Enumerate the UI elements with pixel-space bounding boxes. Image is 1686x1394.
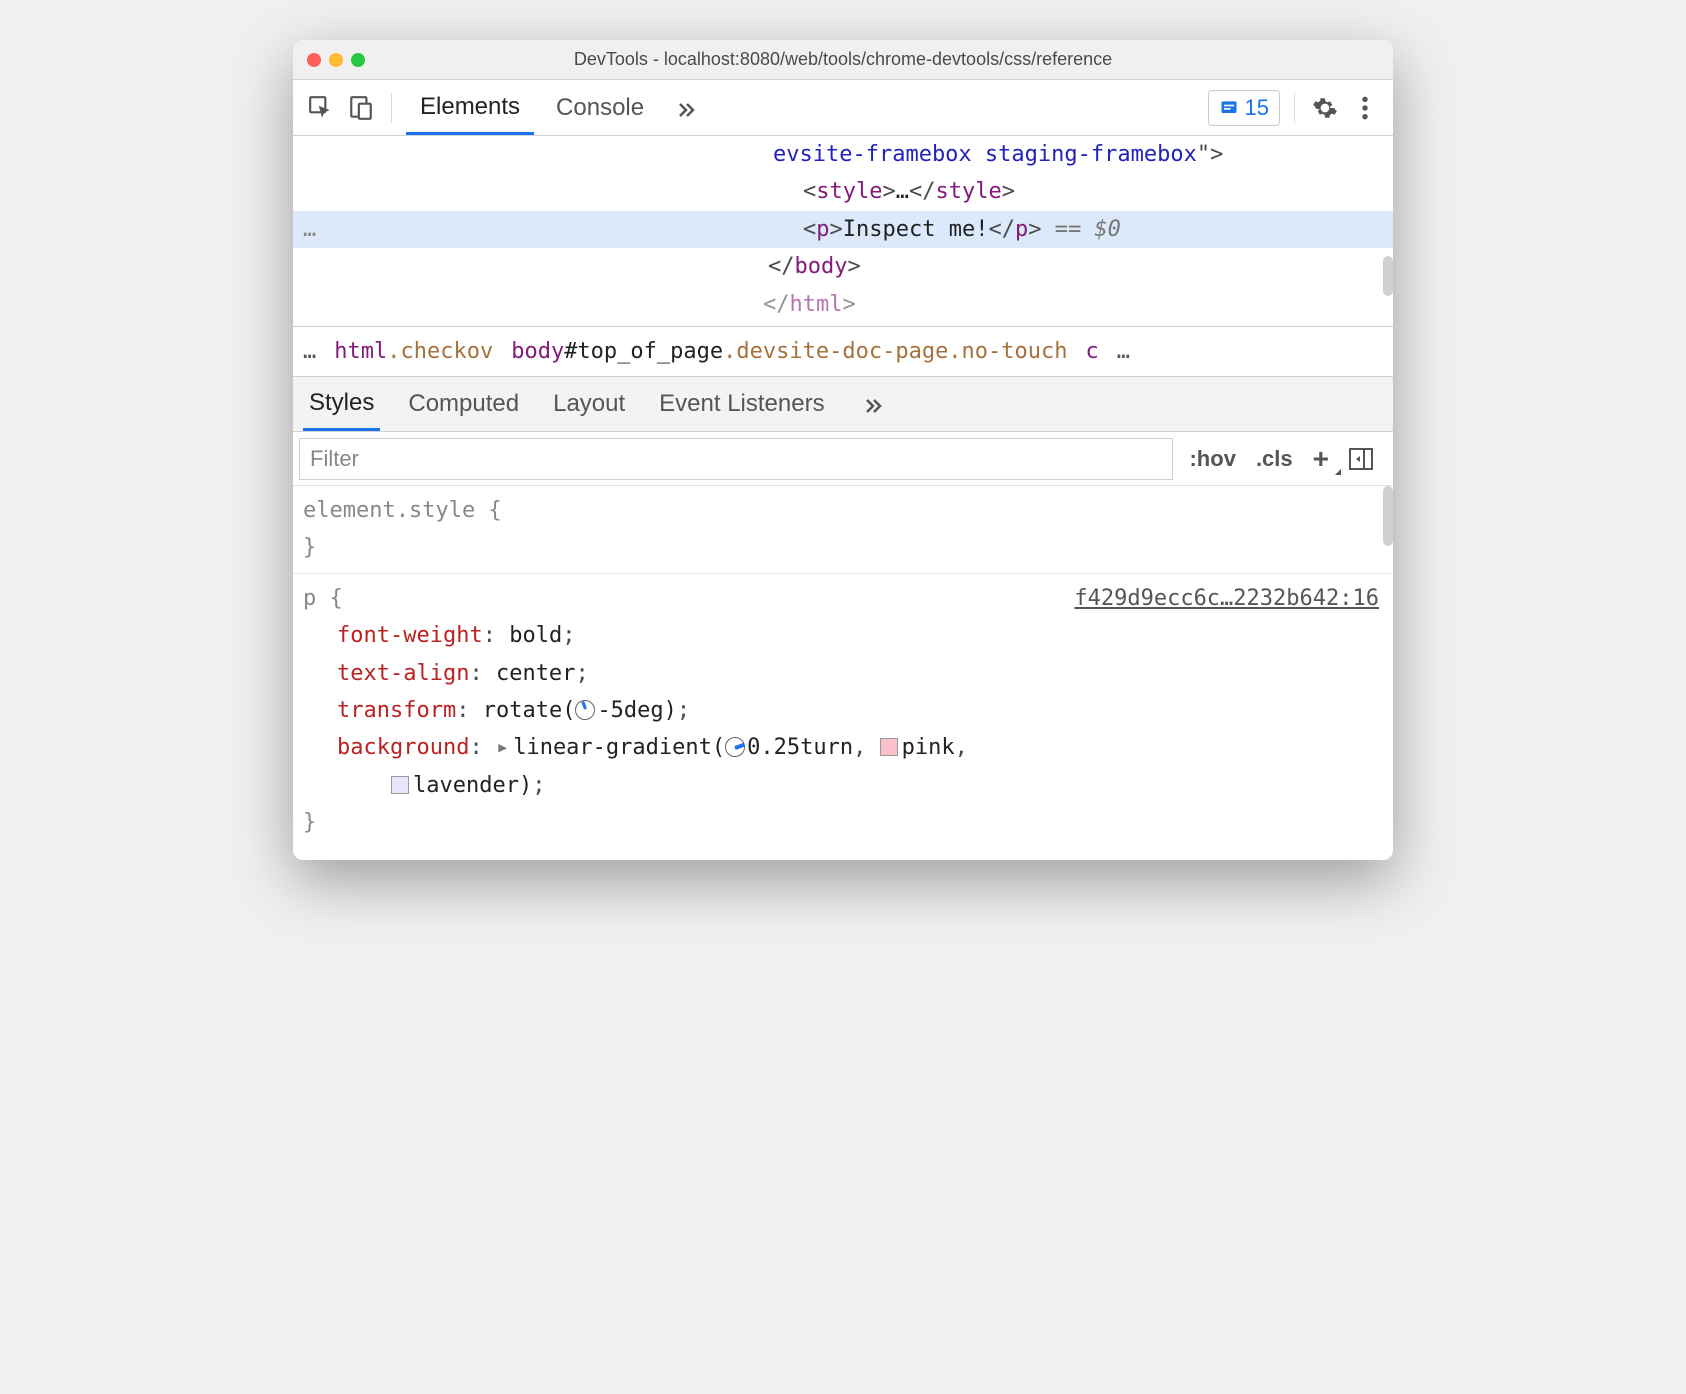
css-declaration[interactable]: transform: rotate(-5deg); xyxy=(303,692,1383,729)
source-link[interactable]: f429d9ecc6c…2232b642:16 xyxy=(1074,580,1379,617)
device-toolbar-icon[interactable] xyxy=(345,92,377,124)
cls-button[interactable]: .cls xyxy=(1246,446,1303,472)
css-declaration-continuation[interactable]: lavender); xyxy=(303,767,1383,804)
ellipsis-gutter[interactable]: … xyxy=(293,211,337,248)
new-style-rule-button[interactable]: + xyxy=(1303,443,1339,475)
sidebar-toggle-icon[interactable] xyxy=(1339,448,1383,470)
dom-line[interactable]: <style>…</style> xyxy=(293,173,1393,210)
inspect-element-icon[interactable] xyxy=(305,92,337,124)
tab-event-listeners[interactable]: Event Listeners xyxy=(653,378,830,430)
angle-swatch-icon[interactable] xyxy=(725,737,745,757)
styles-filter-row: :hov .cls + xyxy=(293,432,1393,486)
dom-line[interactable]: </body> xyxy=(293,248,1393,285)
hov-button[interactable]: :hov xyxy=(1179,446,1245,472)
window-title: DevTools - localhost:8080/web/tools/chro… xyxy=(293,49,1393,70)
more-tabs-icon[interactable] xyxy=(666,96,706,120)
main-toolbar: Elements Console 15 xyxy=(293,80,1393,136)
tab-styles[interactable]: Styles xyxy=(303,377,380,431)
expand-icon[interactable]: ▸ xyxy=(496,735,509,760)
styles-filter-input-wrapper xyxy=(299,438,1173,480)
tab-computed[interactable]: Computed xyxy=(402,378,525,430)
css-declaration[interactable]: font-weight: bold; xyxy=(303,617,1383,654)
breadcrumb-ellipsis[interactable]: … xyxy=(1117,339,1130,364)
maximize-window-button[interactable] xyxy=(351,53,365,67)
separator xyxy=(391,93,392,123)
issues-count: 15 xyxy=(1245,95,1269,121)
separator xyxy=(1294,93,1295,123)
minimize-window-button[interactable] xyxy=(329,53,343,67)
issues-badge[interactable]: 15 xyxy=(1208,90,1280,126)
traffic-lights xyxy=(307,53,365,67)
tab-console[interactable]: Console xyxy=(542,82,658,134)
scrollbar-thumb[interactable] xyxy=(1383,256,1393,296)
color-swatch-icon[interactable] xyxy=(880,738,898,756)
color-swatch-icon[interactable] xyxy=(391,776,409,794)
dom-line[interactable]: evsite-framebox staging-framebox"> xyxy=(293,136,1393,173)
rule-p[interactable]: f429d9ecc6c…2232b642:16 p { font-weight:… xyxy=(293,574,1393,848)
tab-elements[interactable]: Elements xyxy=(406,81,534,135)
kebab-menu-icon[interactable] xyxy=(1349,92,1381,124)
rule-element-style[interactable]: element.style { } xyxy=(293,486,1393,574)
styles-tabbar: Styles Computed Layout Event Listeners xyxy=(293,376,1393,432)
css-declaration[interactable]: text-align: center; xyxy=(303,655,1383,692)
styles-body: element.style { } f429d9ecc6c…2232b642:1… xyxy=(293,486,1393,860)
devtools-window: DevTools - localhost:8080/web/tools/chro… xyxy=(293,40,1393,860)
dom-selected-line[interactable]: … <p>Inspect me!</p> == $0 xyxy=(293,211,1393,248)
settings-icon[interactable] xyxy=(1309,92,1341,124)
css-declaration[interactable]: background: ▸linear-gradient(0.25turn, p… xyxy=(303,729,1383,766)
tab-layout[interactable]: Layout xyxy=(547,378,631,430)
dom-line[interactable]: </html> xyxy=(293,286,1393,323)
close-window-button[interactable] xyxy=(307,53,321,67)
titlebar: DevTools - localhost:8080/web/tools/chro… xyxy=(293,40,1393,80)
more-tabs-icon[interactable] xyxy=(853,392,893,416)
styles-filter-input[interactable] xyxy=(310,446,1162,472)
breadcrumb-ellipsis[interactable]: … xyxy=(303,339,316,364)
breadcrumb: … html.checkov body#top_of_page.devsite-… xyxy=(293,326,1393,376)
breadcrumb-item[interactable]: c xyxy=(1086,339,1099,364)
dom-tree[interactable]: evsite-framebox staging-framebox"> <styl… xyxy=(293,136,1393,326)
breadcrumb-item[interactable]: html.checkov xyxy=(334,339,493,364)
angle-swatch-icon[interactable] xyxy=(575,700,595,720)
breadcrumb-item[interactable]: body#top_of_page.devsite-doc-page.no-tou… xyxy=(511,339,1067,364)
